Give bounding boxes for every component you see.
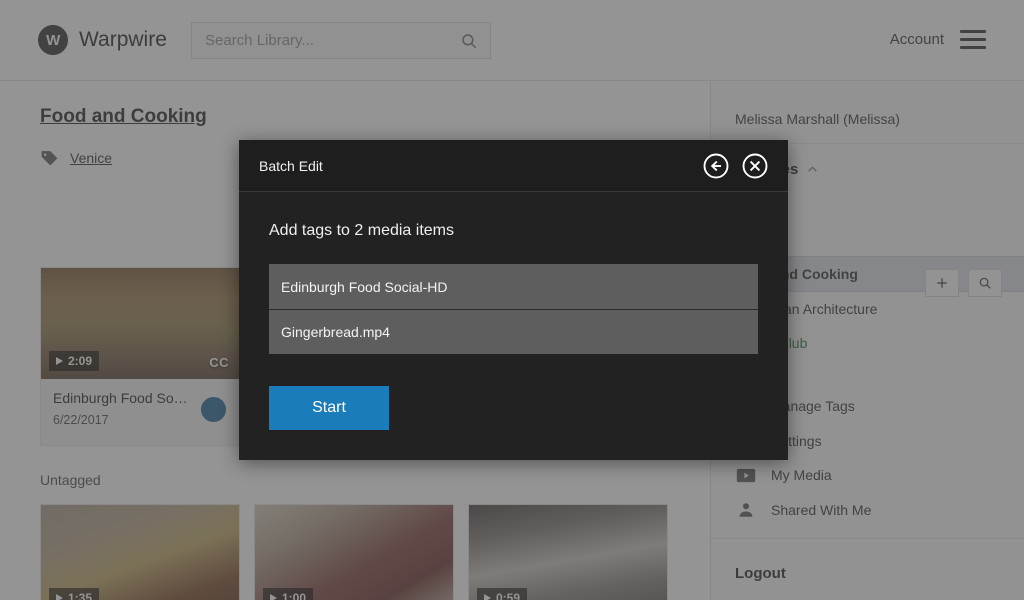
list-item[interactable]: Gingerbread.mp4 xyxy=(269,309,758,354)
screen-root: W Warpwire Search Library... Account Foo… xyxy=(0,0,1024,600)
modal-header: Batch Edit xyxy=(239,140,788,192)
modal-heading: Add tags to 2 media items xyxy=(269,222,454,239)
modal-title: Batch Edit xyxy=(259,157,323,174)
start-button[interactable]: Start xyxy=(269,386,389,430)
list-item[interactable]: Edinburgh Food Social-HD xyxy=(269,264,758,309)
modal-body: Add tags to 2 media items Edinburgh Food… xyxy=(239,192,788,430)
back-arrow-icon[interactable] xyxy=(703,153,729,179)
batch-edit-modal: Batch Edit Add tags to 2 media items Edi… xyxy=(239,140,788,460)
selected-media-list: Edinburgh Food Social-HD Gingerbread.mp4 xyxy=(269,264,758,354)
close-icon[interactable] xyxy=(742,153,768,179)
modal-header-actions xyxy=(703,153,768,179)
